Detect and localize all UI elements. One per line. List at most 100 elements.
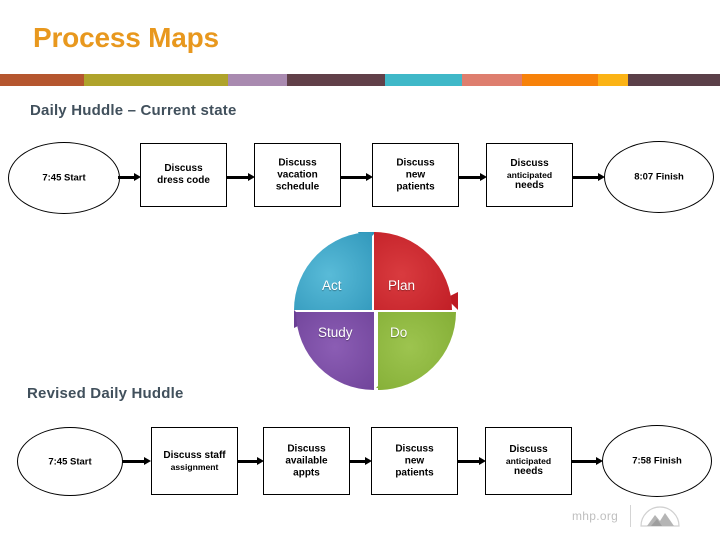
colorbar-segment-mauve [228, 74, 287, 86]
flow-terminator-0: 7:45 Start [17, 427, 123, 496]
flow-node-line: patients [395, 466, 434, 478]
flow-node-line: available [285, 455, 328, 467]
flow-arrow-icon [573, 173, 605, 182]
flow-node-line: needs [514, 466, 543, 478]
arrow-head [366, 173, 373, 181]
flow-terminator-5: 7:58 Finish [602, 425, 712, 497]
flow-node-line: Discuss [164, 163, 203, 175]
flow-node-line: appts [293, 466, 320, 478]
flow-node-line: schedule [275, 180, 320, 192]
pdsa-quadrant-study [296, 312, 374, 390]
flow-node-label: Discuss anticipated needs [486, 444, 571, 478]
flow-arrow-icon [118, 173, 141, 182]
pdsa-quadrant-act [294, 232, 372, 310]
flow-node-line: dress code [157, 175, 210, 186]
pdsa-label-study: Study [318, 325, 353, 340]
accent-color-bar [0, 74, 720, 86]
flow-node-line: new [404, 455, 425, 467]
flow-arrow-icon [238, 457, 264, 466]
flow-node-line: Discuss [395, 443, 434, 455]
arrow-shaft [227, 176, 249, 179]
arrow-head [598, 173, 605, 181]
flow-arrow-icon [341, 173, 373, 182]
flow-node-label: Discuss new patients [373, 157, 458, 192]
flow-node-line: assignment [170, 461, 219, 472]
colorbar-segment-salmon [462, 74, 522, 86]
flow-node-label: Discuss available appts [264, 443, 349, 478]
flow-node-label: 7:45 Start [48, 455, 92, 467]
mountain-logo-icon [640, 506, 680, 527]
slide-canvas: Process Maps Daily Huddle – Current stat… [0, 0, 720, 540]
colorbar-segment-teal [385, 74, 462, 86]
flow-step-2: Discuss available appts [263, 427, 350, 495]
flow-node-line: needs [515, 180, 544, 192]
flow-node-line: patients [396, 180, 435, 192]
arrow-head [248, 173, 255, 181]
flow-node-label: Discuss anticipated needs [487, 158, 572, 192]
flow-node-label: Discuss vacation schedule [255, 157, 340, 192]
flow-step-2: Discuss vacation schedule [254, 143, 341, 207]
flow-node-line: vacation [277, 169, 318, 181]
arrow-head [134, 173, 141, 181]
flow-step-4: Discuss anticipated needs [485, 427, 572, 495]
flow-node-line: Discuss [509, 444, 548, 456]
colorbar-segment-plum [287, 74, 385, 86]
flow-step-3: Discuss new patients [372, 143, 459, 207]
pdsa-label-do: Do [390, 325, 408, 340]
flow-arrow-icon [572, 457, 603, 466]
arrow-shaft [350, 460, 366, 463]
flow-step-4: Discuss anticipated needs [486, 143, 573, 207]
pdsa-cycle-diagram: Act Plan Study Do [288, 226, 464, 394]
flow-node-line: Discuss [396, 157, 435, 169]
colorbar-segment-amber [598, 74, 628, 86]
section-heading-current: Daily Huddle – Current state [30, 102, 237, 119]
flow-arrow-icon [458, 457, 486, 466]
footer-divider [630, 505, 631, 527]
arrow-shaft [238, 460, 258, 463]
flow-node-label: Discuss staff assignment [152, 450, 237, 472]
section-heading-revised: Revised Daily Huddle [27, 385, 184, 402]
page-title: Process Maps [33, 22, 219, 53]
flow-step-3: Discuss new patients [371, 427, 458, 495]
arrow-head [479, 457, 486, 465]
flow-node-label: 7:45 Start [42, 172, 86, 184]
flow-terminator-0: 7:45 Start [8, 142, 120, 214]
flow-node-line: Discuss staff [163, 450, 226, 462]
arrow-head [144, 457, 151, 465]
flow-arrow-icon [459, 173, 487, 182]
arrow-head [596, 457, 603, 465]
flow-node-line: anticipated [506, 169, 553, 180]
footer-site-label: mhp.org [572, 509, 619, 523]
colorbar-segment-orange [522, 74, 598, 86]
colorbar-segment-olive [84, 74, 228, 86]
flow-node-label: Discuss dress code [141, 163, 226, 187]
pdsa-quadrant-plan [374, 232, 452, 310]
arrow-shaft [459, 176, 481, 179]
arrow-head [365, 457, 372, 465]
flow-arrow-icon [350, 457, 372, 466]
arrow-head [480, 173, 487, 181]
flow-node-label: 7:58 Finish [632, 455, 682, 467]
flow-node-line: Discuss [287, 443, 326, 455]
flow-arrow-icon [227, 173, 255, 182]
arrow-shaft [122, 460, 145, 463]
flow-terminator-5: 8:07 Finish [604, 141, 714, 213]
flow-node-line: new [405, 169, 426, 181]
flow-node-line: Discuss [278, 157, 317, 169]
pdsa-label-act: Act [322, 278, 342, 293]
colorbar-segment-plum-right [628, 74, 720, 86]
footer: mhp.org [572, 505, 712, 533]
arrow-head [257, 457, 264, 465]
flow-node-line: Discuss [510, 158, 549, 170]
arrow-shaft [573, 176, 599, 179]
pdsa-label-plan: Plan [388, 278, 416, 293]
flow-node-line: anticipated [505, 455, 552, 466]
pdsa-wheel-svg [294, 232, 458, 390]
flow-step-1: Discuss dress code [140, 143, 227, 207]
arrow-shaft [458, 460, 480, 463]
flow-arrow-icon [122, 457, 151, 466]
colorbar-segment-rust [0, 74, 84, 86]
flow-step-1: Discuss staff assignment [151, 427, 238, 495]
pdsa-quadrant-do [378, 312, 456, 390]
arrow-shaft [118, 176, 135, 179]
